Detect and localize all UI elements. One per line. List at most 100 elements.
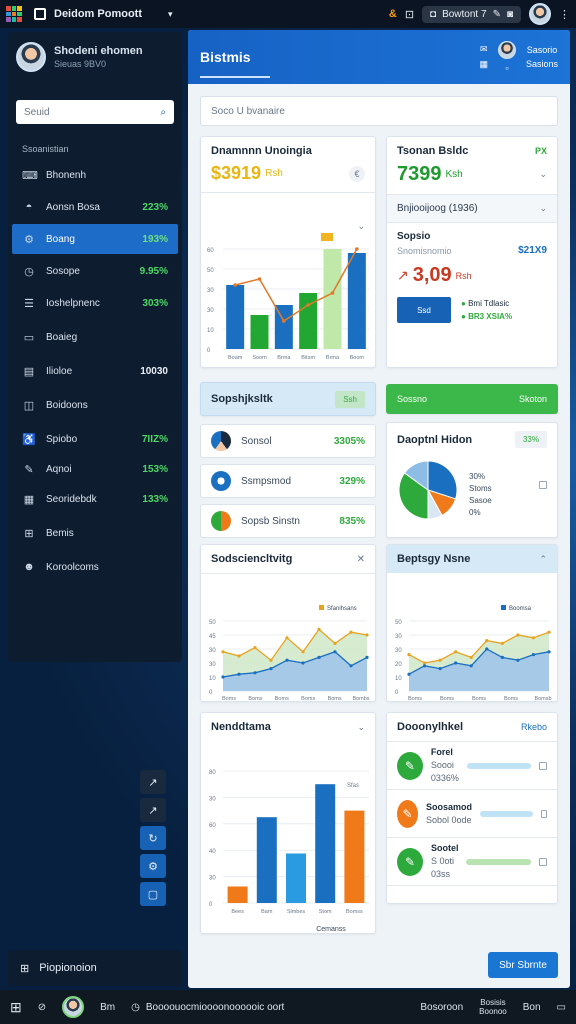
- taskbar-item[interactable]: Bosisis Boonoo: [479, 998, 507, 1016]
- list-card-header[interactable]: Sopshjksltk Ssh: [200, 382, 376, 416]
- sidebar-item[interactable]: ▤ Ilioloe 10030: [8, 356, 182, 386]
- sidebar-item[interactable]: ✎ Aqnoi 153%: [8, 454, 182, 484]
- notification-icon[interactable]: &: [389, 8, 397, 20]
- bar[interactable]: [250, 315, 269, 349]
- taskbar: ⊞ ⊘ Bm ◷ Boooouocmioooonoooooic oort Bos…: [0, 990, 576, 1024]
- taskbar-item[interactable]: Bosoroon: [420, 1002, 463, 1013]
- sidebar-item[interactable]: ♿ Spiobo 7IIZ%: [8, 424, 182, 454]
- primary-action-button[interactable]: Sbr Sbrnte: [488, 952, 558, 978]
- point: [269, 667, 273, 671]
- progress-bar: [480, 810, 533, 817]
- sidebar-item[interactable]: ◷ Sosope 9.95%: [8, 256, 182, 286]
- y-tick-label: 40: [209, 849, 216, 855]
- sidebar-item[interactable]: ▭ Boaieg: [8, 322, 182, 352]
- sidebar-item-label: Boaieg: [46, 331, 78, 343]
- chevron-down-icon[interactable]: ⌄: [539, 169, 547, 180]
- bar[interactable]: [315, 784, 336, 903]
- point: [516, 658, 520, 662]
- bar[interactable]: [226, 285, 245, 349]
- profile-subtitle: Sieuas 9BV0: [54, 59, 107, 69]
- avatar[interactable]: [62, 996, 85, 1018]
- header-badge: Skoton: [518, 394, 547, 404]
- edit-icon[interactable]: ✎: [493, 9, 501, 20]
- checkbox[interactable]: [539, 761, 547, 770]
- action-button[interactable]: Ssd: [397, 297, 451, 323]
- link-icon[interactable]: ⊘: [38, 1002, 46, 1013]
- avatar[interactable]: [529, 3, 551, 25]
- task-row[interactable]: ✎ Forel Soooi 0336%: [387, 742, 557, 790]
- point: [407, 672, 411, 676]
- taskbar-item[interactable]: Bon: [523, 1002, 541, 1013]
- progress-bar: [466, 762, 532, 769]
- sidebar-footer[interactable]: ⊞ Piopionoion: [8, 950, 182, 986]
- task-row[interactable]: ✎ Soosamod Sobol 0ode: [387, 790, 557, 838]
- bar[interactable]: [347, 253, 366, 349]
- checkbox[interactable]: [540, 809, 547, 818]
- list-item[interactable]: Ssmpsmod 329%: [200, 464, 376, 498]
- arrow-icon[interactable]: ↗: [140, 798, 166, 822]
- point: [333, 641, 337, 645]
- point: [257, 277, 262, 281]
- sidebar-item[interactable]: ☰ Ioshelpnenc 303%: [8, 288, 182, 318]
- sidebar-item[interactable]: ⚙ Boang 193%: [12, 224, 178, 254]
- search-icon[interactable]: ⌕: [160, 107, 166, 118]
- header-badge: Ssh: [335, 390, 365, 408]
- point: [237, 672, 241, 676]
- y-tick-label: 50: [209, 620, 216, 626]
- taskbar-item[interactable]: Boooouocmioooonoooooic oort: [146, 1002, 284, 1013]
- sidebar-item[interactable]: ☻ Koroolcoms: [8, 552, 182, 582]
- app-grid-icon[interactable]: [6, 6, 22, 22]
- x-tick-label: Bomss: [346, 909, 363, 915]
- refresh-icon[interactable]: ↻: [140, 826, 166, 850]
- point: [330, 291, 335, 295]
- bar[interactable]: [323, 249, 342, 349]
- pie-card-header[interactable]: Sossno Skoton: [386, 384, 558, 414]
- task-row[interactable]: ✎ Sootel S 0oti 03ss: [387, 838, 557, 886]
- list-item[interactable]: Sonsol 3305%: [200, 424, 376, 458]
- sidebar-item[interactable]: ◫ Boidoons: [8, 390, 182, 420]
- arrow-up-icon[interactable]: ↗: [140, 770, 166, 794]
- main-search-input[interactable]: Soco U bvanaire: [200, 96, 558, 126]
- notification-icon[interactable]: ▭: [557, 1002, 566, 1013]
- sidebar-profile[interactable]: Shodeni ehomen Sieuas 9BV0: [8, 32, 182, 82]
- point: [365, 655, 369, 659]
- x-tick-label: Boms: [440, 696, 454, 701]
- window-tab[interactable]: ◘ Bowtont 7 ✎ ◙: [422, 5, 521, 23]
- sub-title: Sopsio: [397, 231, 431, 242]
- taskbar-item[interactable]: Bm: [100, 1002, 115, 1013]
- list-item[interactable]: Sopsb Sinstn 835%: [200, 504, 376, 538]
- chevron-down-icon[interactable]: ⌄: [357, 722, 365, 733]
- header-label-a[interactable]: Sasorio: [527, 45, 558, 55]
- camera-icon[interactable]: ◙: [507, 9, 513, 20]
- x-tick-label: Boms: [222, 696, 236, 701]
- sidebar-item[interactable]: ◓ Aonsn Bosa 223%: [8, 192, 182, 222]
- card-title: Tsonan Bsldc: [397, 145, 469, 157]
- bar[interactable]: [227, 886, 248, 904]
- more-icon[interactable]: ⋮: [559, 8, 570, 21]
- bar[interactable]: [286, 853, 306, 904]
- calendar-icon[interactable]: ▦: [479, 59, 488, 70]
- avatar[interactable]: [497, 41, 516, 59]
- sidebar-item-label: Boang: [46, 233, 75, 245]
- close-icon[interactable]: ✕: [357, 554, 365, 565]
- link-icon[interactable]: ⊡: [405, 8, 414, 21]
- sidebar-item[interactable]: ⌨ Bhonenh: [8, 160, 182, 190]
- checkbox[interactable]: [539, 857, 547, 866]
- bar[interactable]: [256, 817, 277, 903]
- doc-icon: ▤: [23, 365, 35, 378]
- chevron-down-icon[interactable]: ⌄: [539, 203, 547, 214]
- window-icon[interactable]: ▢: [140, 882, 166, 906]
- header-label-b[interactable]: Sasions: [526, 59, 558, 69]
- sidebar-search-input[interactable]: Seuid ⌕: [16, 100, 174, 124]
- chevron-down-icon[interactable]: ▾: [168, 9, 173, 20]
- info-icon[interactable]: €: [349, 165, 365, 182]
- sidebar-item[interactable]: ⊞ Bemis: [8, 518, 182, 548]
- message-icon[interactable]: ✉: [480, 44, 488, 55]
- windows-icon[interactable]: ⊞: [10, 999, 22, 1016]
- search-placeholder: Seuid: [24, 106, 50, 118]
- checkbox[interactable]: [539, 481, 547, 489]
- settings-icon[interactable]: ⚙: [140, 854, 166, 878]
- sidebar-item[interactable]: ▦ Seoridebdk 133%: [8, 484, 182, 514]
- chevron-up-icon[interactable]: ⌃: [539, 554, 547, 565]
- bar[interactable]: [344, 810, 365, 903]
